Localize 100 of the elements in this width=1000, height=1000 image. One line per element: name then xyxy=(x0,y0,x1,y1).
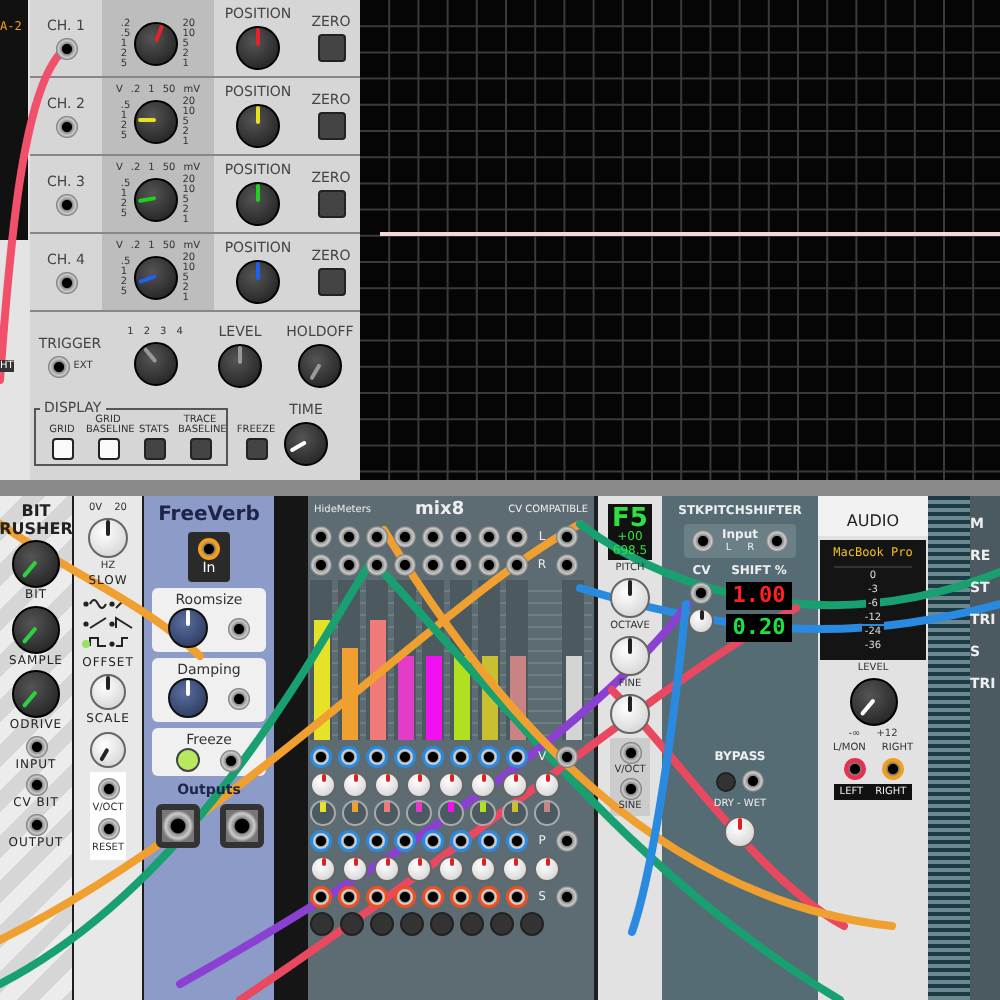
knob[interactable] xyxy=(133,341,177,385)
jack-socket[interactable] xyxy=(310,745,332,767)
knob[interactable] xyxy=(168,678,208,718)
jack-socket[interactable] xyxy=(97,817,119,840)
zero-button[interactable] xyxy=(317,112,345,140)
knob[interactable] xyxy=(298,344,342,388)
jack-socket[interactable] xyxy=(506,525,528,547)
jack-socket[interactable] xyxy=(506,745,528,767)
jack-socket[interactable] xyxy=(47,355,70,377)
jack-socket[interactable] xyxy=(394,885,416,907)
jack-socket[interactable] xyxy=(228,617,250,639)
jack-socket[interactable] xyxy=(155,804,199,848)
jack-socket[interactable] xyxy=(478,885,500,907)
knob[interactable] xyxy=(90,731,126,768)
jack-socket[interactable] xyxy=(338,553,360,575)
jack-socket[interactable] xyxy=(25,813,47,836)
jack-socket[interactable] xyxy=(25,774,47,797)
jack-socket[interactable] xyxy=(55,115,77,137)
pan-dial[interactable] xyxy=(502,799,528,825)
jack-socket[interactable] xyxy=(366,829,388,851)
knob[interactable] xyxy=(236,260,280,304)
jack-socket[interactable] xyxy=(55,271,77,293)
jack-socket[interactable] xyxy=(310,525,332,547)
patch-cable[interactable] xyxy=(0,520,584,944)
jack-socket[interactable] xyxy=(338,525,360,547)
jack-socket[interactable] xyxy=(450,829,472,851)
solo-button[interactable] xyxy=(340,912,364,936)
knob[interactable] xyxy=(610,578,650,619)
knob[interactable] xyxy=(284,422,328,466)
jack-socket[interactable] xyxy=(422,553,444,575)
jack-socket[interactable] xyxy=(478,553,500,575)
jack-socket[interactable] xyxy=(228,687,250,709)
jack-socket[interactable] xyxy=(366,525,388,547)
jack-socket[interactable] xyxy=(478,745,500,767)
jack-socket[interactable] xyxy=(394,829,416,851)
jack-socket[interactable] xyxy=(478,525,500,547)
knob[interactable] xyxy=(88,518,128,558)
jack-socket[interactable] xyxy=(338,745,360,767)
jack-socket[interactable] xyxy=(881,758,903,780)
toggle-button[interactable] xyxy=(189,438,211,460)
jack-socket[interactable] xyxy=(422,745,444,767)
knob[interactable] xyxy=(236,26,280,70)
pan-dial[interactable] xyxy=(470,799,496,825)
freeze-button[interactable] xyxy=(245,438,267,460)
jack-socket[interactable] xyxy=(506,829,528,851)
knob[interactable] xyxy=(168,608,208,648)
jack-socket[interactable] xyxy=(619,778,641,801)
jack-socket[interactable] xyxy=(394,553,416,575)
knob[interactable] xyxy=(849,678,897,726)
knob[interactable] xyxy=(134,22,179,66)
jack-socket[interactable] xyxy=(366,553,388,575)
knob[interactable] xyxy=(12,540,60,588)
jack-socket[interactable] xyxy=(450,553,472,575)
jack-socket[interactable] xyxy=(366,745,388,767)
jack-socket[interactable] xyxy=(198,538,220,560)
solo-button[interactable] xyxy=(310,912,334,936)
jack-socket[interactable] xyxy=(55,193,77,215)
knob[interactable] xyxy=(236,104,280,148)
jack-socket[interactable] xyxy=(690,582,713,604)
knob[interactable] xyxy=(134,100,179,144)
jack-socket[interactable] xyxy=(450,745,472,767)
jack-socket[interactable] xyxy=(97,777,119,800)
knob[interactable] xyxy=(236,182,280,226)
knob[interactable] xyxy=(218,344,262,388)
jack-socket[interactable] xyxy=(506,553,528,575)
jack-socket[interactable] xyxy=(422,525,444,547)
zero-button[interactable] xyxy=(317,190,345,218)
jack-socket[interactable] xyxy=(556,745,578,767)
toggle-button[interactable] xyxy=(97,438,119,460)
jack-socket[interactable] xyxy=(338,885,360,907)
jack-socket[interactable] xyxy=(450,525,472,547)
jack-socket[interactable] xyxy=(25,735,47,758)
jack-socket[interactable] xyxy=(422,885,444,907)
jack-socket[interactable] xyxy=(366,885,388,907)
zero-button[interactable] xyxy=(317,34,345,62)
jack-socket[interactable] xyxy=(843,758,865,780)
toggle-button[interactable] xyxy=(143,438,165,460)
jack-socket[interactable] xyxy=(692,530,715,552)
jack-socket[interactable] xyxy=(394,525,416,547)
toggle-button[interactable] xyxy=(51,438,73,460)
knob[interactable] xyxy=(12,605,60,654)
jack-socket[interactable] xyxy=(556,525,578,547)
jack-socket[interactable] xyxy=(55,37,77,59)
jack-socket[interactable] xyxy=(310,829,332,851)
bypass-button[interactable] xyxy=(716,771,736,791)
knob[interactable] xyxy=(134,178,179,222)
jack-socket[interactable] xyxy=(338,829,360,851)
jack-socket[interactable] xyxy=(506,885,528,907)
jack-socket[interactable] xyxy=(310,885,332,907)
jack-socket[interactable] xyxy=(765,530,788,552)
patch-cable[interactable] xyxy=(236,604,800,1000)
knob[interactable] xyxy=(688,608,715,634)
jack-socket[interactable] xyxy=(422,829,444,851)
jack-socket[interactable] xyxy=(619,742,641,765)
freeze-toggle[interactable] xyxy=(176,748,200,772)
pan-dial[interactable] xyxy=(310,799,336,825)
knob[interactable] xyxy=(134,256,179,300)
jack-socket[interactable] xyxy=(220,749,242,771)
jack-socket[interactable] xyxy=(394,745,416,767)
knob[interactable] xyxy=(610,694,650,735)
